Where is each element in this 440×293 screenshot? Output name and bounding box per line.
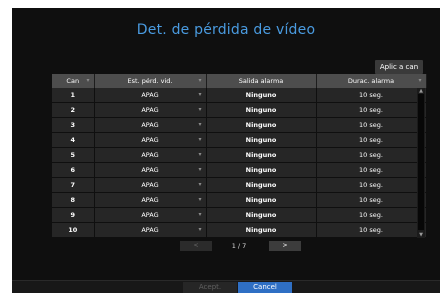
table-row: 3APAG▾Ninguno10 seg.▾ <box>52 117 427 133</box>
video-loss-status-select[interactable]: APAG ▾ <box>94 147 207 163</box>
accept-button[interactable]: Acept. <box>183 282 237 293</box>
alarm-duration-select[interactable]: 10 seg.▾ <box>316 162 427 178</box>
video-loss-status-select[interactable]: APAG ▾ <box>94 177 207 193</box>
alarm-duration-select[interactable]: 10 seg.▾ <box>316 88 427 103</box>
table-row: 1APAG▾Ninguno10 seg.▾ <box>52 88 427 103</box>
scrollbar-thumb[interactable] <box>418 94 424 230</box>
chevron-down-icon: ▾ <box>198 106 202 113</box>
channel-cell: 8 <box>52 192 95 208</box>
alarm-duration-select[interactable]: 10 seg.▾ <box>316 102 427 118</box>
channel-cell: 1 <box>52 88 95 103</box>
table-body: 1APAG▾Ninguno10 seg.▾2APAG▾Ninguno10 seg… <box>52 88 427 238</box>
alarm-output-cell[interactable]: Ninguno <box>206 207 317 223</box>
alarm-duration-select[interactable]: 10 seg.▾ <box>316 147 427 163</box>
table-row: 2APAG▾Ninguno10 seg.▾ <box>52 102 427 118</box>
previous-page-button[interactable]: < <box>180 241 212 251</box>
video-loss-status-select[interactable]: APAG ▾ <box>94 222 207 238</box>
chevron-down-icon: ▾ <box>198 136 202 143</box>
chevron-down-icon: ▾ <box>418 77 422 84</box>
table-row: 10APAG▾Ninguno10 seg.▾ <box>52 222 427 238</box>
video-loss-status-select[interactable]: APAG ▾ <box>94 88 207 103</box>
alarm-duration-select[interactable]: 10 seg.▾ <box>316 177 427 193</box>
chevron-down-icon: ▾ <box>198 181 202 188</box>
channel-cell: 3 <box>52 117 95 133</box>
channel-cell: 9 <box>52 207 95 223</box>
alarm-output-cell[interactable]: Ninguno <box>206 147 317 163</box>
chevron-down-icon: ▾ <box>198 211 202 218</box>
column-header-alarm-output: Salida alarma <box>206 74 317 88</box>
scroll-down-icon[interactable]: ▼ <box>417 232 425 238</box>
table-row: 8APAG▾Ninguno10 seg.▾ <box>52 192 427 208</box>
table-row: 9APAG▾Ninguno10 seg.▾ <box>52 207 427 223</box>
video-loss-status-select[interactable]: APAG ▾ <box>94 132 207 148</box>
channel-table: Can ▾ Est. pérd. vid. ▾ Salida alarma Dura… <box>52 74 427 238</box>
video-loss-status-select[interactable]: APAG ▾ <box>94 102 207 118</box>
alarm-output-cell[interactable]: Ninguno <box>206 192 317 208</box>
chevron-down-icon: ▾ <box>198 91 202 98</box>
channel-cell: 5 <box>52 147 95 163</box>
video-loss-status-select[interactable]: APAG ▾ <box>94 192 207 208</box>
next-page-button[interactable]: > <box>269 241 301 251</box>
chevron-down-icon: ▾ <box>198 226 202 233</box>
channel-cell: 6 <box>52 162 95 178</box>
table-row: 6APAG▾Ninguno10 seg.▾ <box>52 162 427 178</box>
alarm-duration-select[interactable]: 10 seg.▾ <box>316 192 427 208</box>
chevron-down-icon: ▾ <box>198 166 202 173</box>
table-row: 7APAG▾Ninguno10 seg.▾ <box>52 177 427 193</box>
channel-cell: 4 <box>52 132 95 148</box>
video-loss-status-select[interactable]: APAG ▾ <box>94 162 207 178</box>
chevron-down-icon: ▾ <box>198 196 202 203</box>
chevron-down-icon: ▾ <box>198 151 202 158</box>
page-indicator: 1 / 7 <box>231 242 247 250</box>
table-scrollbar[interactable]: ▲ ▼ <box>417 88 425 238</box>
column-header-video-loss-status[interactable]: Est. pérd. vid. ▾ <box>94 74 207 88</box>
alarm-duration-select[interactable]: 10 seg.▾ <box>316 132 427 148</box>
alarm-output-cell[interactable]: Ninguno <box>206 177 317 193</box>
alarm-output-cell[interactable]: Ninguno <box>206 162 317 178</box>
alarm-output-cell[interactable]: Ninguno <box>206 132 317 148</box>
video-loss-status-select[interactable]: APAG ▾ <box>94 117 207 133</box>
alarm-duration-select[interactable]: 10 seg.▾ <box>316 207 427 223</box>
video-loss-status-select[interactable]: APAG ▾ <box>94 207 207 223</box>
alarm-duration-select[interactable]: 10 seg.▾ <box>316 222 427 238</box>
table-row: 5APAG▾Ninguno10 seg.▾ <box>52 147 427 163</box>
channel-cell: 2 <box>52 102 95 118</box>
table-header-row: Can ▾ Est. pérd. vid. ▾ Salida alarma Dura… <box>52 74 427 88</box>
table-row: 4APAG▾Ninguno10 seg.▾ <box>52 132 427 148</box>
alarm-output-cell[interactable]: Ninguno <box>206 88 317 103</box>
column-header-alarm-duration[interactable]: Durac. alarma ▾ <box>316 74 427 88</box>
chevron-down-icon: ▾ <box>198 77 202 84</box>
apply-to-channels-button[interactable]: Aplic a can <box>375 60 423 74</box>
cancel-button[interactable]: Cancel <box>238 282 292 293</box>
alarm-output-cell[interactable]: Ninguno <box>206 117 317 133</box>
column-header-channel[interactable]: Can ▾ <box>52 74 95 88</box>
video-loss-dialog: Det. de pérdida de vídeo Aplic a can Can… <box>12 8 440 293</box>
channel-cell: 10 <box>52 222 95 238</box>
alarm-duration-select[interactable]: 10 seg.▾ <box>316 117 427 133</box>
chevron-down-icon: ▾ <box>198 121 202 128</box>
chevron-down-icon: ▾ <box>86 77 90 84</box>
page-title: Det. de pérdida de vídeo <box>136 22 316 38</box>
channel-cell: 7 <box>52 177 95 193</box>
alarm-output-cell[interactable]: Ninguno <box>206 102 317 118</box>
alarm-output-cell[interactable]: Ninguno <box>206 222 317 238</box>
